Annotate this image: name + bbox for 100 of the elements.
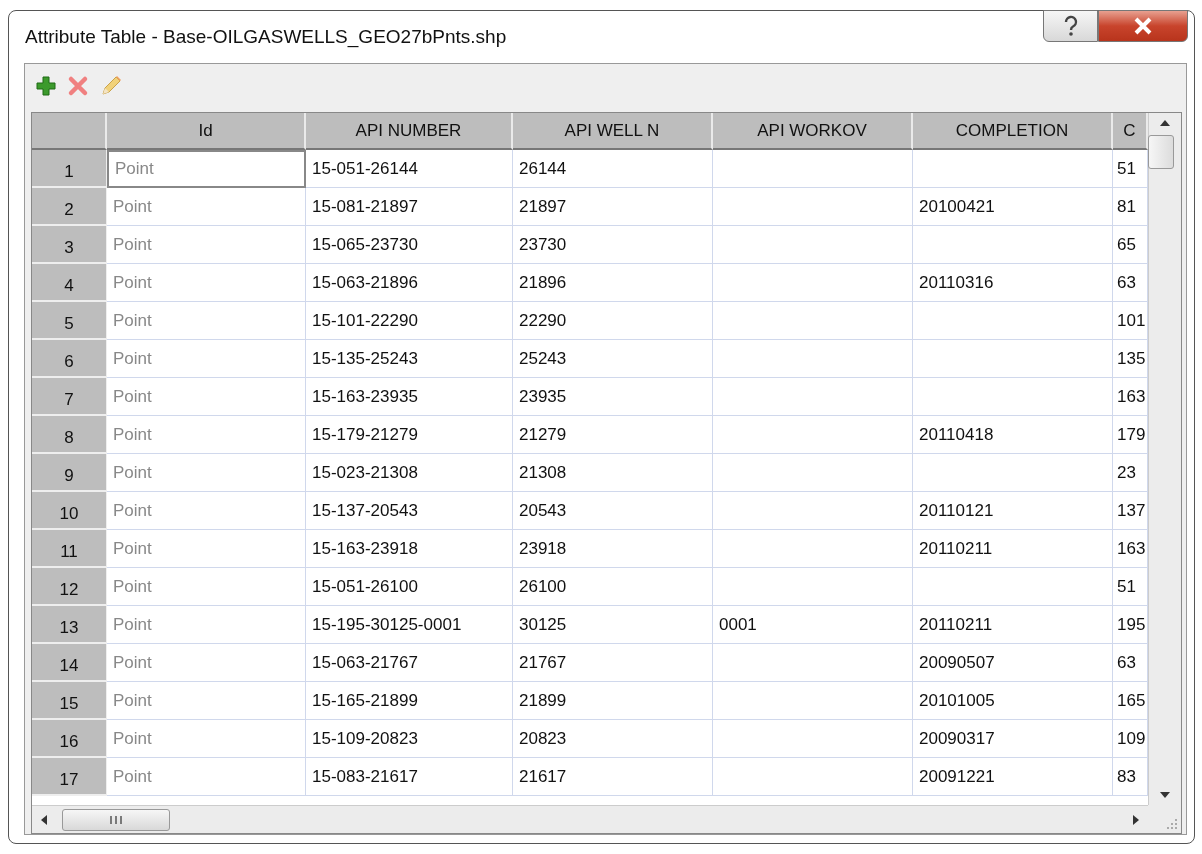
table-cell: 25243 bbox=[513, 340, 713, 378]
table-cell: 20823 bbox=[513, 720, 713, 758]
table-cell: 20543 bbox=[513, 492, 713, 530]
table-cell: 20090317 bbox=[913, 720, 1113, 758]
table-cell: 15-063-21767 bbox=[306, 644, 513, 682]
row-header[interactable]: 8 bbox=[32, 416, 107, 454]
scroll-right-icon[interactable] bbox=[1132, 813, 1140, 826]
table-cell: 21899 bbox=[513, 682, 713, 720]
column-header[interactable]: Id bbox=[107, 113, 306, 150]
grip-icon bbox=[109, 814, 123, 825]
table-cell: 15-051-26144 bbox=[306, 150, 513, 188]
table-cell: 15-195-30125-0001 bbox=[306, 606, 513, 644]
table-cell: 15-063-21896 bbox=[306, 264, 513, 302]
table-cell: Point bbox=[107, 682, 306, 720]
table-cell: 30125 bbox=[513, 606, 713, 644]
table-cell: Point bbox=[107, 720, 306, 758]
help-button[interactable] bbox=[1043, 10, 1098, 42]
table-cell: 21897 bbox=[513, 188, 713, 226]
corner-header[interactable] bbox=[32, 113, 107, 150]
table-cell: 15-165-21899 bbox=[306, 682, 513, 720]
scrollbar-thumb[interactable] bbox=[1148, 135, 1174, 169]
table-cell: 15-179-21279 bbox=[306, 416, 513, 454]
table-cell: 21308 bbox=[513, 454, 713, 492]
table-cell: 20091221 bbox=[913, 758, 1113, 796]
row-header[interactable]: 7 bbox=[32, 378, 107, 416]
row-header[interactable]: 16 bbox=[32, 720, 107, 758]
row-header[interactable]: 5 bbox=[32, 302, 107, 340]
column-header[interactable]: API NUMBER bbox=[306, 113, 513, 150]
column-header[interactable]: C bbox=[1113, 113, 1148, 150]
table-cell: 20090507 bbox=[913, 644, 1113, 682]
table-cell: Point bbox=[107, 340, 306, 378]
table-cell: 21279 bbox=[513, 416, 713, 454]
table-cell: 15-023-21308 bbox=[306, 454, 513, 492]
close-icon bbox=[1132, 17, 1154, 35]
row-header[interactable]: 2 bbox=[32, 188, 107, 226]
table-cell: 0001 bbox=[713, 606, 913, 644]
table-cell: 21896 bbox=[513, 264, 713, 302]
help-icon bbox=[1062, 15, 1079, 37]
row-header[interactable]: 12 bbox=[32, 568, 107, 606]
table-cell: 15-081-21897 bbox=[306, 188, 513, 226]
scrollbar-thumb[interactable] bbox=[62, 808, 170, 831]
table-cell: 20101005 bbox=[913, 682, 1113, 720]
close-button[interactable] bbox=[1098, 10, 1188, 42]
table-cell: 15-137-20543 bbox=[306, 492, 513, 530]
row-header[interactable]: 3 bbox=[32, 226, 107, 264]
table-cell: Point bbox=[107, 568, 306, 606]
delete-icon[interactable] bbox=[67, 75, 89, 97]
column-header[interactable]: COMPLETION bbox=[913, 113, 1113, 150]
table-cell: 20110211 bbox=[913, 606, 1113, 644]
table-cell: Point bbox=[107, 606, 306, 644]
table-cell: 15-109-20823 bbox=[306, 720, 513, 758]
table-cell: 15-101-22290 bbox=[306, 302, 513, 340]
row-header[interactable]: 10 bbox=[32, 492, 107, 530]
row-header[interactable]: 6 bbox=[32, 340, 107, 378]
plus-icon[interactable] bbox=[35, 75, 57, 97]
table-cell: 21617 bbox=[513, 758, 713, 796]
table-cell: Point bbox=[107, 226, 306, 264]
table-cell: Point bbox=[107, 758, 306, 796]
scroll-down-icon[interactable] bbox=[1159, 791, 1171, 799]
row-header[interactable]: 1 bbox=[32, 150, 107, 188]
table-cell: 20110418 bbox=[913, 416, 1113, 454]
row-header[interactable]: 13 bbox=[32, 606, 107, 644]
table-cell: Point bbox=[107, 492, 306, 530]
table-cell: Point bbox=[107, 416, 306, 454]
table-cell: 15-135-25243 bbox=[306, 340, 513, 378]
table-cell: 15-163-23918 bbox=[306, 530, 513, 568]
table-cell: 20110316 bbox=[913, 264, 1113, 302]
row-header[interactable]: 9 bbox=[32, 454, 107, 492]
table-cell: 15-083-21617 bbox=[306, 758, 513, 796]
row-header[interactable]: 15 bbox=[32, 682, 107, 720]
table-cell: 15-163-23935 bbox=[306, 378, 513, 416]
table-cell: Point bbox=[107, 264, 306, 302]
row-header[interactable]: 11 bbox=[32, 530, 107, 568]
table-cell: 23935 bbox=[513, 378, 713, 416]
resize-grip-icon[interactable] bbox=[1167, 819, 1177, 829]
table-cell: 20110211 bbox=[913, 530, 1113, 568]
scroll-up-icon[interactable] bbox=[1159, 119, 1171, 127]
table-cell: 26144 bbox=[513, 150, 713, 188]
column-header[interactable]: API WORKOV bbox=[713, 113, 913, 150]
window-title: Attribute Table - Base-OILGASWELLS_GEO27bPnts.shp bbox=[25, 26, 507, 48]
table-cell: 21767 bbox=[513, 644, 713, 682]
table-cell: Point bbox=[107, 454, 306, 492]
table-cell: 15-065-23730 bbox=[306, 226, 513, 264]
scroll-left-icon[interactable] bbox=[40, 813, 48, 826]
table-cell: Point bbox=[107, 150, 306, 188]
row-header[interactable]: 4 bbox=[32, 264, 107, 302]
table-cell: 26100 bbox=[513, 568, 713, 606]
table-cell: 15-051-26100 bbox=[306, 568, 513, 606]
column-header[interactable]: API WELL N bbox=[513, 113, 713, 150]
row-header[interactable]: 14 bbox=[32, 644, 107, 682]
table-cell: Point bbox=[107, 188, 306, 226]
table-cell: 23918 bbox=[513, 530, 713, 568]
table-cell: Point bbox=[107, 530, 306, 568]
table-cell: Point bbox=[107, 378, 306, 416]
table-cell: 20110121 bbox=[913, 492, 1113, 530]
table-cell: 20100421 bbox=[913, 188, 1113, 226]
table-cell: Point bbox=[107, 644, 306, 682]
row-header[interactable]: 17 bbox=[32, 758, 107, 796]
table-cell: 23730 bbox=[513, 226, 713, 264]
table-cell: Point bbox=[107, 302, 306, 340]
